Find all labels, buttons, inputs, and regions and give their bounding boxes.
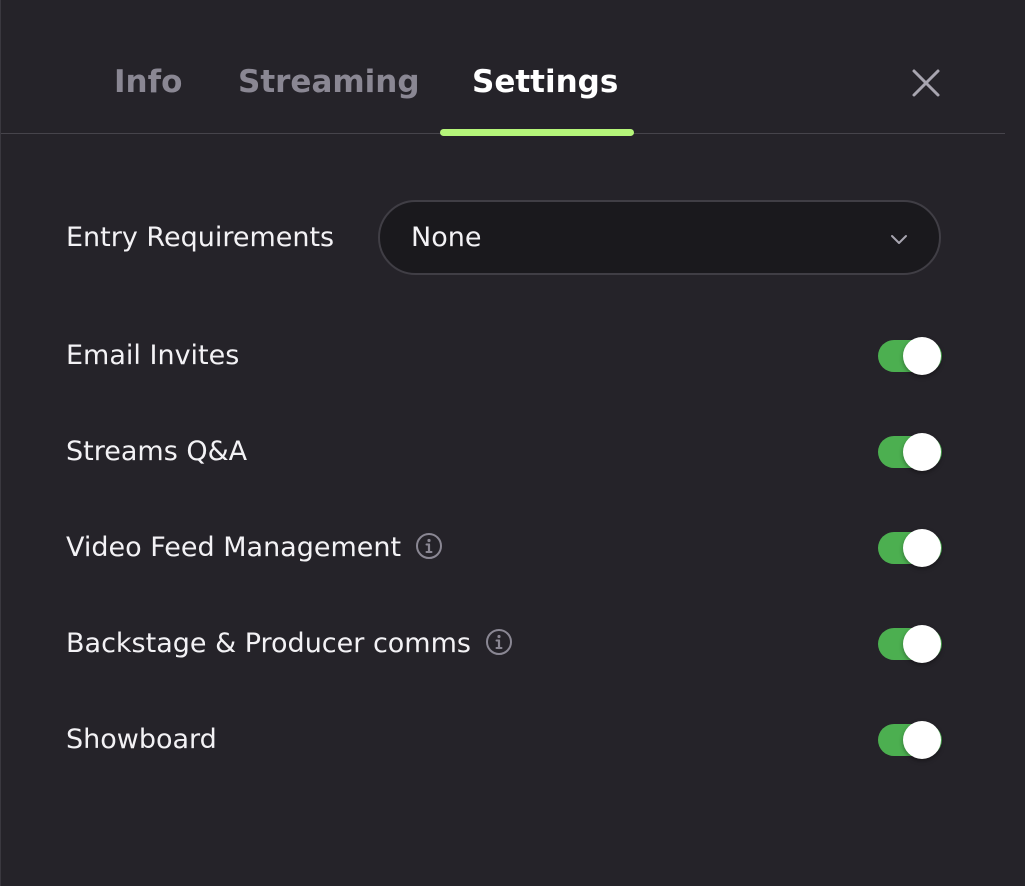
showboard-text: Showboard: [66, 724, 217, 755]
streams-qa-toggle[interactable]: [878, 433, 942, 471]
settings-panel: Info Streaming Settings Entry Requiremen…: [0, 0, 1025, 886]
showboard-toggle[interactable]: [878, 721, 942, 759]
backstage-producer-comms-label: Backstage & Producer comms: [66, 626, 513, 662]
entry-requirements-value: None: [411, 222, 482, 253]
tab-bar: Info Streaming Settings: [1, 0, 1005, 136]
toggle-knob: [903, 337, 941, 375]
info-icon[interactable]: [415, 532, 443, 560]
streams-qa-label: Streams Q&A: [66, 434, 247, 470]
showboard-label: Showboard: [66, 722, 217, 758]
toggle-knob: [903, 721, 941, 759]
email-invites-label: Email Invites: [66, 338, 239, 374]
toggle-knob: [903, 529, 941, 567]
close-icon: [912, 69, 940, 97]
entry-requirements-label: Entry Requirements: [66, 222, 335, 253]
active-tab-indicator: [440, 129, 634, 136]
email-invites-text: Email Invites: [66, 340, 240, 371]
video-feed-management-text: Video Feed Management: [66, 532, 402, 563]
chevron-down-icon: [891, 235, 907, 244]
streams-qa-text: Streams Q&A: [66, 436, 248, 467]
tab-streaming[interactable]: Streaming: [238, 60, 420, 104]
tab-settings[interactable]: Settings: [472, 60, 618, 104]
close-button[interactable]: [905, 62, 947, 104]
video-feed-management-label: Video Feed Management: [66, 530, 443, 566]
backstage-producer-comms-toggle[interactable]: [878, 625, 942, 663]
tab-info[interactable]: Info: [114, 60, 182, 104]
toggle-knob: [903, 433, 941, 471]
backstage-producer-comms-text: Backstage & Producer comms: [66, 628, 471, 659]
info-icon[interactable]: [485, 628, 513, 656]
entry-requirements-select[interactable]: None: [378, 200, 941, 275]
email-invites-toggle[interactable]: [878, 337, 942, 375]
video-feed-management-toggle[interactable]: [878, 529, 942, 567]
toggle-knob: [903, 625, 941, 663]
